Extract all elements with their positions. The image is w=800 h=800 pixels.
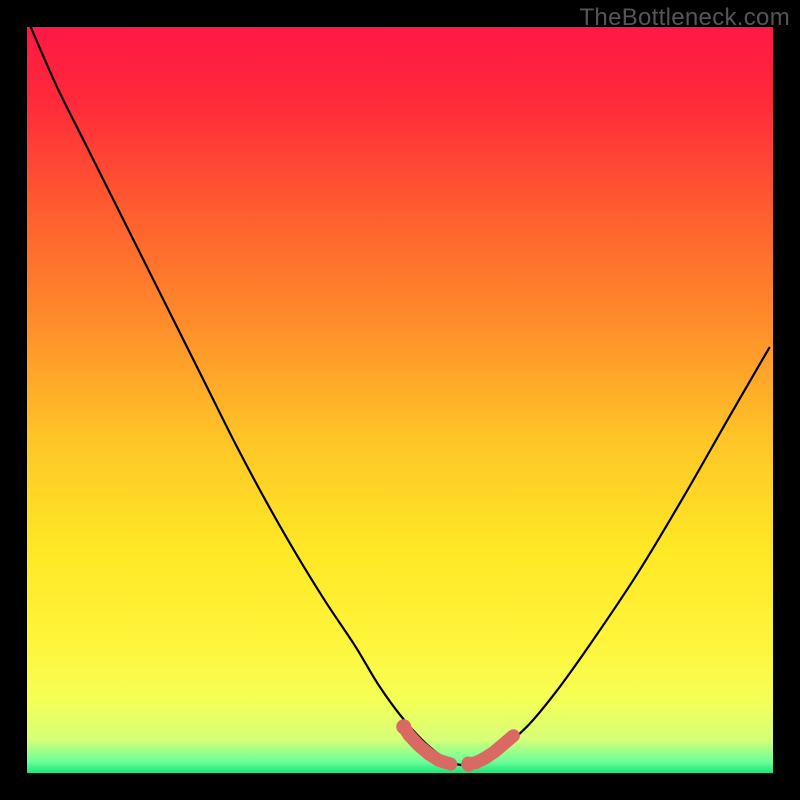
chart-frame: TheBottleneck.com xyxy=(0,0,800,800)
left-marker-dot xyxy=(396,719,411,734)
plot-area xyxy=(27,27,773,773)
watermark-label: TheBottleneck.com xyxy=(579,4,790,32)
gradient-background xyxy=(27,27,773,773)
right-marker-dot xyxy=(461,757,476,772)
bottleneck-chart-svg xyxy=(27,27,773,773)
